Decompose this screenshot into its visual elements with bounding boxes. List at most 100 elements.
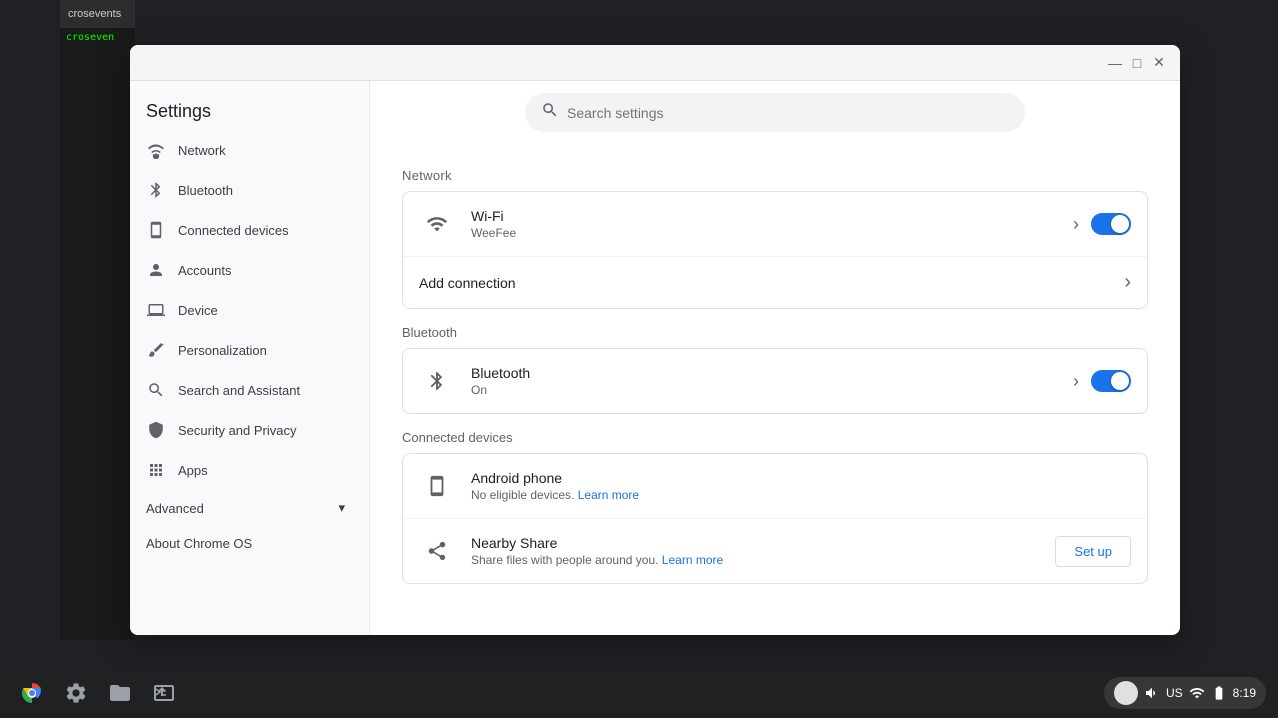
sidebar-item-connected-devices[interactable]: Connected devices [130, 210, 361, 250]
bluetooth-row-icon [419, 363, 455, 399]
sidebar-item-connected-devices-label: Connected devices [178, 223, 289, 238]
wifi-title: Wi-Fi [471, 208, 1073, 224]
apps-icon [146, 460, 166, 480]
search-icon [146, 380, 166, 400]
person-icon [146, 260, 166, 280]
sidebar-item-accounts[interactable]: Accounts [130, 250, 361, 290]
system-tray[interactable]: US 8:19 [1104, 677, 1266, 709]
about-label: About Chrome OS [146, 536, 252, 551]
time-display: 8:19 [1233, 686, 1256, 700]
search-icon-bar [541, 101, 559, 124]
terminal-window: crosevents croseven [60, 0, 135, 640]
android-phone-title: Android phone [471, 470, 1131, 486]
add-connection-chevron-icon: › [1124, 271, 1131, 294]
bluetooth-row[interactable]: Bluetooth On › [403, 349, 1147, 413]
search-bar [525, 93, 1025, 132]
content-area: Network Wi-Fi WeeFee [370, 144, 1180, 635]
window-titlebar: — □ ✕ [130, 45, 1180, 81]
sidebar-item-device-label: Device [178, 303, 218, 318]
bluetooth-title: Bluetooth [471, 365, 1073, 381]
sidebar-item-search-assistant-label: Search and Assistant [178, 383, 300, 398]
nearby-share-icon [419, 533, 455, 569]
nearby-share-row: Nearby Share Share files with people aro… [403, 519, 1147, 583]
add-connection-label: Add connection [419, 275, 516, 291]
wifi-network: WeeFee [471, 226, 1073, 240]
wifi-toggle[interactable] [1091, 213, 1131, 235]
android-icon [419, 468, 455, 504]
settings-window: — □ ✕ Settings Network [130, 45, 1180, 635]
search-bar-area [370, 81, 1180, 144]
terminal-header: crosevents [60, 0, 135, 28]
sidebar-item-device[interactable]: Device [130, 290, 361, 330]
brush-icon [146, 340, 166, 360]
sidebar-item-security-privacy[interactable]: Security and Privacy [130, 410, 361, 450]
sidebar-title: Settings [130, 89, 369, 130]
close-button[interactable]: ✕ [1150, 54, 1168, 72]
volume-icon [1144, 685, 1160, 701]
taskbar-terminal[interactable] [144, 673, 184, 713]
main-content: Network Wi-Fi WeeFee [370, 81, 1180, 635]
sidebar-item-search-assistant[interactable]: Search and Assistant [130, 370, 361, 410]
sidebar-item-apps[interactable]: Apps [130, 450, 361, 490]
minimize-button[interactable]: — [1106, 54, 1124, 72]
terminal-content: croseven [60, 28, 135, 47]
terminal-title: crosevents [68, 8, 121, 20]
add-connection-row[interactable]: Add connection › [403, 257, 1147, 308]
sidebar-item-network-label: Network [178, 143, 226, 158]
bluetooth-chevron-right-icon: › [1073, 371, 1079, 392]
nearby-share-actions: Set up [1055, 536, 1131, 567]
taskbar-left [12, 673, 184, 713]
nearby-share-title: Nearby Share [471, 535, 1055, 551]
android-phone-row[interactable]: Android phone No eligible devices. Learn… [403, 454, 1147, 519]
window-body: Settings Network Bluetooth [130, 81, 1180, 635]
tray-avatar [1114, 681, 1138, 705]
maximize-button[interactable]: □ [1128, 54, 1146, 72]
nearby-share-text: Nearby Share Share files with people aro… [471, 535, 1055, 567]
laptop-icon [146, 300, 166, 320]
nearby-share-subtitle: Share files with people around you. Lear… [471, 553, 1055, 567]
phone-icon [146, 220, 166, 240]
sidebar-advanced[interactable]: Advanced ▾ [130, 490, 361, 526]
bluetooth-icon [146, 180, 166, 200]
bluetooth-status: On [471, 383, 1073, 397]
wifi-row-text: Wi-Fi WeeFee [471, 208, 1073, 240]
bluetooth-section-title: Bluetooth [402, 325, 1148, 340]
sidebar: Settings Network Bluetooth [130, 81, 370, 635]
us-label: US [1166, 686, 1183, 700]
chevron-down-icon: ▾ [338, 500, 345, 516]
taskbar: US 8:19 [0, 668, 1278, 718]
sidebar-item-security-privacy-label: Security and Privacy [178, 423, 297, 438]
wifi-row-icon [419, 206, 455, 242]
network-card: Wi-Fi WeeFee › Add connection › [402, 191, 1148, 309]
battery-icon [1211, 685, 1227, 701]
wifi-icon [146, 140, 166, 160]
nearby-share-learn-more-link[interactable]: Learn more [662, 553, 723, 567]
setup-button[interactable]: Set up [1055, 536, 1131, 567]
sidebar-item-accounts-label: Accounts [178, 263, 231, 278]
taskbar-right: US 8:19 [1104, 677, 1266, 709]
bluetooth-toggle[interactable] [1091, 370, 1131, 392]
bluetooth-card: Bluetooth On › [402, 348, 1148, 414]
connected-devices-section-title: Connected devices [402, 430, 1148, 445]
sidebar-item-bluetooth[interactable]: Bluetooth [130, 170, 361, 210]
network-section-title: Network [402, 168, 1148, 183]
wifi-row[interactable]: Wi-Fi WeeFee › [403, 192, 1147, 257]
search-input[interactable] [567, 105, 1009, 121]
taskbar-files[interactable] [100, 673, 140, 713]
wifi-actions: › [1073, 213, 1131, 235]
connected-devices-card: Android phone No eligible devices. Learn… [402, 453, 1148, 584]
sidebar-item-apps-label: Apps [178, 463, 208, 478]
taskbar-settings[interactable] [56, 673, 96, 713]
sidebar-item-bluetooth-label: Bluetooth [178, 183, 233, 198]
sidebar-item-network[interactable]: Network [130, 130, 361, 170]
android-learn-more-link[interactable]: Learn more [578, 488, 639, 502]
bluetooth-actions: › [1073, 370, 1131, 392]
taskbar-chrome[interactable] [12, 673, 52, 713]
advanced-label: Advanced [146, 501, 204, 516]
bluetooth-row-text: Bluetooth On [471, 365, 1073, 397]
sidebar-about[interactable]: About Chrome OS [130, 526, 361, 561]
taskbar-wifi-icon [1189, 685, 1205, 701]
sidebar-item-personalization[interactable]: Personalization [130, 330, 361, 370]
wifi-chevron-right-icon: › [1073, 214, 1079, 235]
android-phone-text: Android phone No eligible devices. Learn… [471, 470, 1131, 502]
